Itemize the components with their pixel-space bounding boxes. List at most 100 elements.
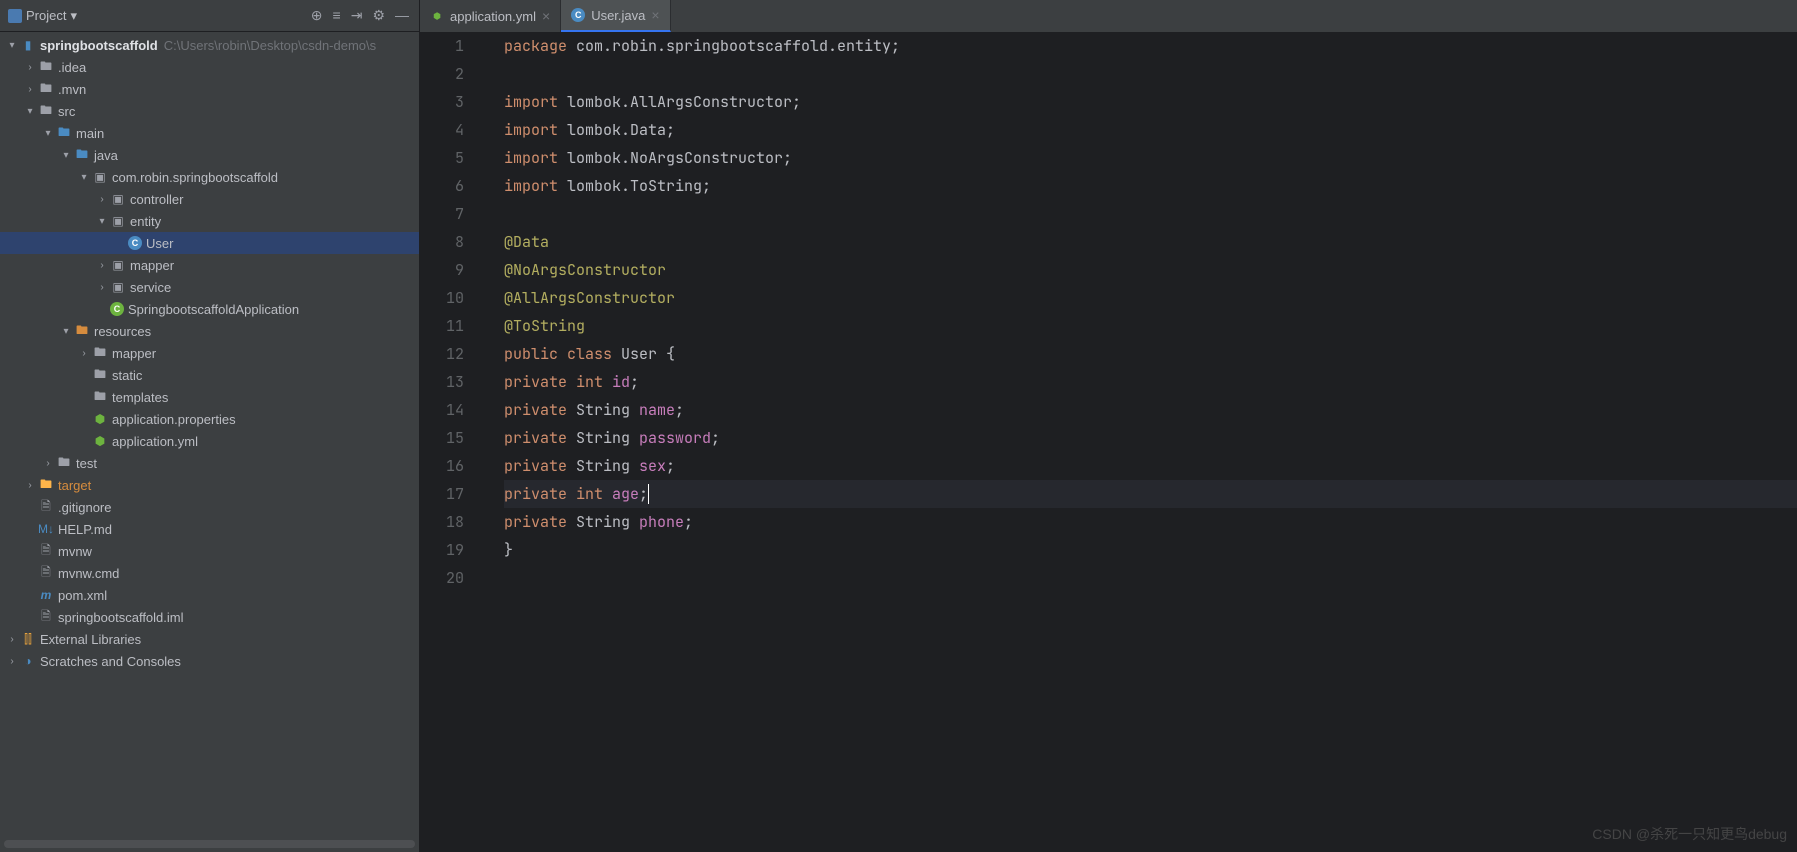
tab-User-java[interactable]: CUser.java× <box>561 0 670 32</box>
tree-item-java[interactable]: ▾🖿java <box>0 144 419 166</box>
scratches-consoles[interactable]: › ◑ Scratches and Consoles <box>0 650 419 672</box>
tree-item-label: service <box>130 280 171 295</box>
tree-item-application-properties[interactable]: ⬢application.properties <box>0 408 419 430</box>
code-editor[interactable]: 1234567891011121314151617181920 package … <box>420 32 1797 852</box>
tree-root[interactable]: ▾ ▮ springbootscaffold C:\Users\robin\De… <box>0 34 419 56</box>
tree-item--idea[interactable]: ›🖿.idea <box>0 56 419 78</box>
chevron-right-icon[interactable]: › <box>94 282 110 293</box>
chevron-down-icon[interactable]: ▾ <box>58 150 74 161</box>
chevron-right-icon[interactable]: › <box>4 656 20 667</box>
chevron-right-icon[interactable]: › <box>40 458 56 469</box>
tree-item-mvnw[interactable]: 🗎mvnw <box>0 540 419 562</box>
tree-item-label: entity <box>130 214 161 229</box>
dropdown-icon: ▾ <box>70 8 77 24</box>
tree-item-springbootscaffold-iml[interactable]: 🗎springbootscaffold.iml <box>0 606 419 628</box>
chevron-right-icon[interactable]: › <box>22 480 38 491</box>
tree-item-mapper[interactable]: ›🖿mapper <box>0 342 419 364</box>
class-icon: C <box>128 236 142 250</box>
tree-item-resources[interactable]: ▾🖿resources <box>0 320 419 342</box>
tree-item-main[interactable]: ▾🖿main <box>0 122 419 144</box>
resources-icon: 🖿 <box>74 324 90 338</box>
locate-icon[interactable]: ⊕ <box>311 7 323 24</box>
tree-item-label: test <box>76 456 97 471</box>
root-path: C:\Users\robin\Desktop\csdn-demo\s <box>164 38 376 53</box>
root-name: springbootscaffold <box>40 38 158 53</box>
chevron-right-icon[interactable]: › <box>4 634 20 645</box>
close-icon[interactable]: × <box>651 7 659 23</box>
spring-file-icon: ⬢ <box>92 434 108 448</box>
libs-icon: ⫿⫿ <box>20 632 36 646</box>
maven-icon: m <box>38 588 54 602</box>
editor-area: ⬢application.yml×CUser.java× 12345678910… <box>420 0 1797 852</box>
chevron-right-icon[interactable]: › <box>22 62 38 73</box>
spring-file-icon: ⬢ <box>92 412 108 426</box>
tree-item-label: mapper <box>112 346 156 361</box>
spring-icon: ⬢ <box>430 9 444 23</box>
tree-item-label: static <box>112 368 142 383</box>
chevron-right-icon[interactable]: › <box>22 84 38 95</box>
expand-icon[interactable]: ≡ <box>333 7 341 24</box>
chevron-down-icon[interactable]: ▾ <box>94 216 110 227</box>
tree-item-springbootscaffoldapplication[interactable]: CSpringbootscaffoldApplication <box>0 298 419 320</box>
chevron-down-icon[interactable]: ▾ <box>58 326 74 337</box>
collapse-icon[interactable]: ⇥ <box>351 7 363 24</box>
tree-item-label: mvnw <box>58 544 92 559</box>
tree-item-entity[interactable]: ▾▣entity <box>0 210 419 232</box>
watermark: CSDN @杀死一只知更鸟debug <box>1592 824 1787 844</box>
tree-item-label: src <box>58 104 75 119</box>
folder-icon: 🖿 <box>92 368 108 382</box>
folder-icon: 🖿 <box>38 82 54 96</box>
tree-item-src[interactable]: ▾🖿src <box>0 100 419 122</box>
tree-item-service[interactable]: ›▣service <box>0 276 419 298</box>
tab-label: application.yml <box>450 9 536 24</box>
chevron-right-icon[interactable]: › <box>94 194 110 205</box>
gutter-marks <box>480 32 496 852</box>
package-icon: ▣ <box>92 170 108 184</box>
tree-item-com-robin-springbootscaffold[interactable]: ▾▣com.robin.springbootscaffold <box>0 166 419 188</box>
tree-item-help-md[interactable]: M↓ HELP.md <box>0 518 419 540</box>
folder-icon: 🖿 <box>92 390 108 404</box>
hide-icon[interactable]: — <box>395 7 409 24</box>
horizontal-scrollbar[interactable] <box>4 840 415 848</box>
tab-application-yml[interactable]: ⬢ application.yml × <box>420 0 561 32</box>
chevron-right-icon[interactable]: › <box>94 260 110 271</box>
close-icon[interactable]: × <box>542 8 550 24</box>
tree-item--gitignore[interactable]: 🗎.gitignore <box>0 496 419 518</box>
scratches-icon: ◑ <box>20 654 36 668</box>
project-tree[interactable]: ▾ ▮ springbootscaffold C:\Users\robin\De… <box>0 32 419 836</box>
markdown-icon: M↓ <box>38 522 54 536</box>
external-libraries[interactable]: › ⫿⫿ External Libraries <box>0 628 419 650</box>
tree-item-controller[interactable]: ›▣ controller <box>0 188 419 210</box>
project-dropdown[interactable]: Project ▾ <box>0 8 85 24</box>
tree-item-pom-xml[interactable]: mpom.xml <box>0 584 419 606</box>
package-icon: ▣ <box>110 192 126 206</box>
tree-item-label: HELP.md <box>58 522 112 537</box>
tree-item-mvnw-cmd[interactable]: 🗎mvnw.cmd <box>0 562 419 584</box>
chevron-down-icon[interactable]: ▾ <box>76 172 92 183</box>
tree-item-templates[interactable]: 🖿templates <box>0 386 419 408</box>
folder-icon: 🖿 <box>38 478 54 492</box>
settings-icon[interactable]: ⚙ <box>372 7 385 24</box>
ext-libs-label: External Libraries <box>40 632 141 647</box>
chevron-down-icon[interactable]: ▾ <box>4 40 20 51</box>
tree-item-mapper[interactable]: ›▣mapper <box>0 254 419 276</box>
tree-item--mvn[interactable]: ›🖿.mvn <box>0 78 419 100</box>
tree-item-label: mapper <box>130 258 174 273</box>
tree-item-application-yml[interactable]: ⬢ application.yml <box>0 430 419 452</box>
tree-item-static[interactable]: 🖿 static <box>0 364 419 386</box>
tree-item-user[interactable]: CUser <box>0 232 419 254</box>
tree-item-test[interactable]: ›🖿test <box>0 452 419 474</box>
tree-item-label: controller <box>130 192 183 207</box>
file-icon: 🗎 <box>38 500 54 514</box>
chevron-right-icon[interactable]: › <box>76 348 92 359</box>
tree-item-label: application.yml <box>112 434 198 449</box>
code-content[interactable]: package com.robin.springbootscaffold.ent… <box>496 32 1797 852</box>
spring-class-icon: C <box>110 302 124 316</box>
chevron-down-icon[interactable]: ▾ <box>22 106 38 117</box>
editor-tabs: ⬢application.yml×CUser.java× <box>420 0 1797 32</box>
folder-icon: 🖿 <box>56 126 72 140</box>
project-label: Project <box>26 8 66 23</box>
tree-item-label: springbootscaffold.iml <box>58 610 184 625</box>
tree-item-target[interactable]: ›🖿target <box>0 474 419 496</box>
chevron-down-icon[interactable]: ▾ <box>40 128 56 139</box>
